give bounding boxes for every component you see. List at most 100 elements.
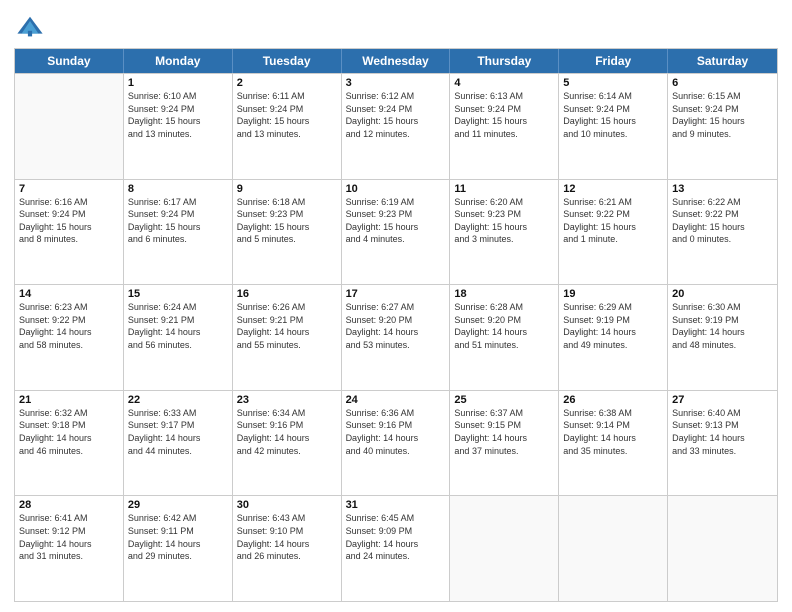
calendar-cell (668, 496, 777, 601)
cell-info-line: and 42 minutes. (237, 445, 337, 458)
cell-info-line: Daylight: 14 hours (672, 432, 773, 445)
calendar-cell: 18Sunrise: 6:28 AMSunset: 9:20 PMDayligh… (450, 285, 559, 390)
cell-info-line: and 9 minutes. (672, 128, 773, 141)
calendar-cell: 10Sunrise: 6:19 AMSunset: 9:23 PMDayligh… (342, 180, 451, 285)
cell-info-line: Sunrise: 6:13 AM (454, 90, 554, 103)
cell-info-line: Sunrise: 6:10 AM (128, 90, 228, 103)
cell-info-line: Sunset: 9:24 PM (128, 208, 228, 221)
cell-info-line: and 40 minutes. (346, 445, 446, 458)
cell-info-line: Daylight: 14 hours (672, 326, 773, 339)
cell-info-line: Sunset: 9:18 PM (19, 419, 119, 432)
day-number: 18 (454, 288, 554, 300)
cell-info-line: and 58 minutes. (19, 339, 119, 352)
cell-info-line: Daylight: 14 hours (128, 326, 228, 339)
logo-icon (16, 14, 44, 42)
cell-info-line: and 0 minutes. (672, 233, 773, 246)
calendar-cell: 31Sunrise: 6:45 AMSunset: 9:09 PMDayligh… (342, 496, 451, 601)
cell-info-line: Sunset: 9:09 PM (346, 525, 446, 538)
cell-info-line: and 31 minutes. (19, 550, 119, 563)
calendar-cell: 29Sunrise: 6:42 AMSunset: 9:11 PMDayligh… (124, 496, 233, 601)
weekday-header-saturday: Saturday (668, 49, 777, 73)
calendar-cell (450, 496, 559, 601)
day-number: 20 (672, 288, 773, 300)
cell-info-line: Sunrise: 6:14 AM (563, 90, 663, 103)
cell-info-line: Sunrise: 6:20 AM (454, 196, 554, 209)
cell-info-line: and 37 minutes. (454, 445, 554, 458)
cell-info-line: Daylight: 15 hours (19, 221, 119, 234)
cell-info-line: and 8 minutes. (19, 233, 119, 246)
cell-info-line: Daylight: 14 hours (346, 326, 446, 339)
cell-info-line: Daylight: 14 hours (563, 432, 663, 445)
cell-info-line: and 56 minutes. (128, 339, 228, 352)
cell-info-line: Sunset: 9:12 PM (19, 525, 119, 538)
cell-info-line: and 6 minutes. (128, 233, 228, 246)
cell-info-line: Daylight: 14 hours (128, 538, 228, 551)
cell-info-line: Sunset: 9:20 PM (454, 314, 554, 327)
calendar-cell: 27Sunrise: 6:40 AMSunset: 9:13 PMDayligh… (668, 391, 777, 496)
cell-info-line: Sunset: 9:24 PM (454, 103, 554, 116)
day-number: 23 (237, 394, 337, 406)
calendar-cell: 13Sunrise: 6:22 AMSunset: 9:22 PMDayligh… (668, 180, 777, 285)
cell-info-line: Sunrise: 6:26 AM (237, 301, 337, 314)
cell-info-line: Sunrise: 6:40 AM (672, 407, 773, 420)
day-number: 25 (454, 394, 554, 406)
calendar: SundayMondayTuesdayWednesdayThursdayFrid… (14, 48, 778, 602)
cell-info-line: Sunrise: 6:43 AM (237, 512, 337, 525)
cell-info-line: Sunrise: 6:21 AM (563, 196, 663, 209)
calendar-cell: 24Sunrise: 6:36 AMSunset: 9:16 PMDayligh… (342, 391, 451, 496)
calendar-cell: 14Sunrise: 6:23 AMSunset: 9:22 PMDayligh… (15, 285, 124, 390)
cell-info-line: Daylight: 14 hours (19, 432, 119, 445)
cell-info-line: Daylight: 15 hours (672, 221, 773, 234)
day-number: 30 (237, 499, 337, 511)
cell-info-line: Sunrise: 6:17 AM (128, 196, 228, 209)
weekday-header-friday: Friday (559, 49, 668, 73)
day-number: 15 (128, 288, 228, 300)
cell-info-line: and 11 minutes. (454, 128, 554, 141)
cell-info-line: Sunrise: 6:24 AM (128, 301, 228, 314)
cell-info-line: Sunset: 9:19 PM (563, 314, 663, 327)
day-number: 14 (19, 288, 119, 300)
cell-info-line: Sunrise: 6:15 AM (672, 90, 773, 103)
cell-info-line: Sunrise: 6:12 AM (346, 90, 446, 103)
calendar-cell: 1Sunrise: 6:10 AMSunset: 9:24 PMDaylight… (124, 74, 233, 179)
weekday-header-sunday: Sunday (15, 49, 124, 73)
calendar-cell: 15Sunrise: 6:24 AMSunset: 9:21 PMDayligh… (124, 285, 233, 390)
cell-info-line: Sunrise: 6:22 AM (672, 196, 773, 209)
cell-info-line: Sunset: 9:16 PM (346, 419, 446, 432)
calendar-cell: 4Sunrise: 6:13 AMSunset: 9:24 PMDaylight… (450, 74, 559, 179)
cell-info-line: and 13 minutes. (128, 128, 228, 141)
calendar-row-1: 7Sunrise: 6:16 AMSunset: 9:24 PMDaylight… (15, 179, 777, 285)
cell-info-line: Daylight: 14 hours (346, 538, 446, 551)
cell-info-line: and 4 minutes. (346, 233, 446, 246)
cell-info-line: Sunrise: 6:32 AM (19, 407, 119, 420)
calendar-cell: 22Sunrise: 6:33 AMSunset: 9:17 PMDayligh… (124, 391, 233, 496)
cell-info-line: Sunset: 9:15 PM (454, 419, 554, 432)
cell-info-line: Sunset: 9:24 PM (672, 103, 773, 116)
calendar-cell: 21Sunrise: 6:32 AMSunset: 9:18 PMDayligh… (15, 391, 124, 496)
cell-info-line: and 46 minutes. (19, 445, 119, 458)
weekday-header-thursday: Thursday (450, 49, 559, 73)
cell-info-line: Sunrise: 6:33 AM (128, 407, 228, 420)
calendar-cell: 23Sunrise: 6:34 AMSunset: 9:16 PMDayligh… (233, 391, 342, 496)
cell-info-line: Sunset: 9:24 PM (19, 208, 119, 221)
cell-info-line: Sunrise: 6:34 AM (237, 407, 337, 420)
cell-info-line: Daylight: 14 hours (237, 432, 337, 445)
calendar-cell: 9Sunrise: 6:18 AMSunset: 9:23 PMDaylight… (233, 180, 342, 285)
cell-info-line: Daylight: 14 hours (19, 326, 119, 339)
cell-info-line: Sunrise: 6:37 AM (454, 407, 554, 420)
cell-info-line: Daylight: 15 hours (454, 221, 554, 234)
cell-info-line: Daylight: 15 hours (346, 115, 446, 128)
calendar-cell: 20Sunrise: 6:30 AMSunset: 9:19 PMDayligh… (668, 285, 777, 390)
cell-info-line: Sunrise: 6:23 AM (19, 301, 119, 314)
cell-info-line: and 44 minutes. (128, 445, 228, 458)
cell-info-line: Sunset: 9:19 PM (672, 314, 773, 327)
cell-info-line: Sunset: 9:23 PM (237, 208, 337, 221)
cell-info-line: Sunset: 9:14 PM (563, 419, 663, 432)
calendar-body: 1Sunrise: 6:10 AMSunset: 9:24 PMDaylight… (15, 73, 777, 601)
cell-info-line: Sunset: 9:20 PM (346, 314, 446, 327)
cell-info-line: and 51 minutes. (454, 339, 554, 352)
cell-info-line: Sunset: 9:24 PM (128, 103, 228, 116)
cell-info-line: and 12 minutes. (346, 128, 446, 141)
cell-info-line: Sunrise: 6:41 AM (19, 512, 119, 525)
calendar-cell: 16Sunrise: 6:26 AMSunset: 9:21 PMDayligh… (233, 285, 342, 390)
